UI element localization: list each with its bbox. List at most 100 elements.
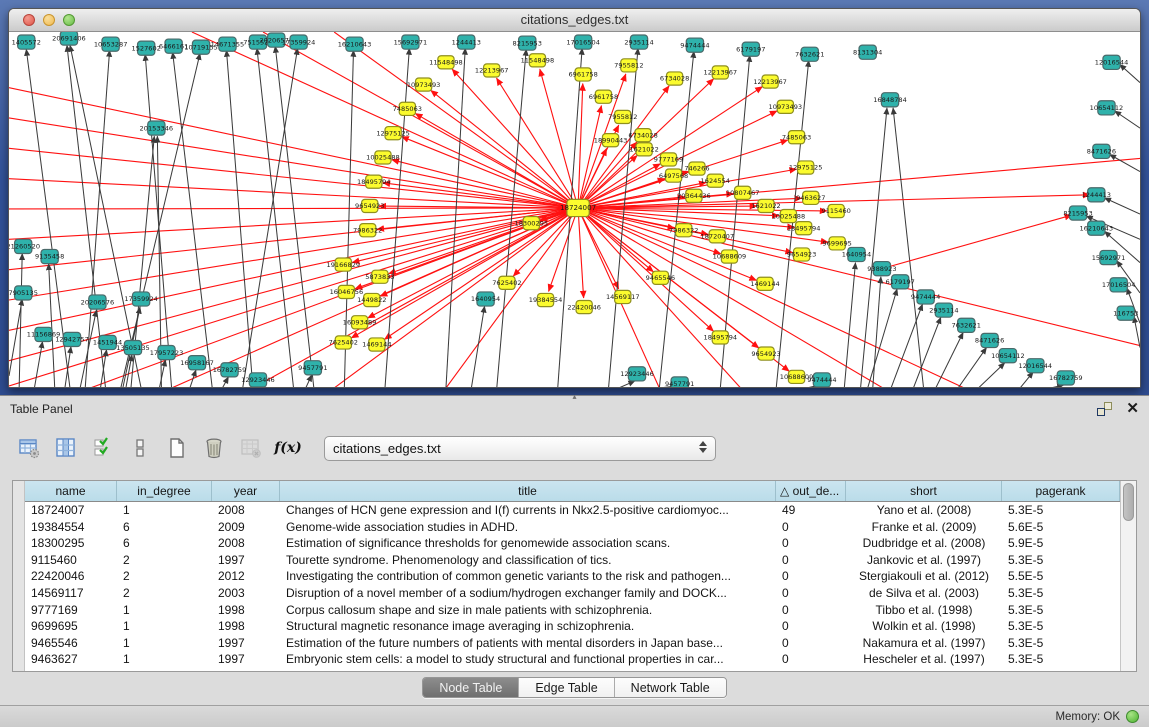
black-edge[interactable] [891,304,923,387]
table-settings-icon[interactable] [14,432,44,464]
network-graph[interactable]: 1405572206914061065328715276026466161107… [9,32,1140,387]
black-edge[interactable] [619,381,635,387]
red-edge[interactable] [402,137,578,208]
table-row[interactable]: 911546021997Tourette syndrome. Phenomeno… [25,552,1120,569]
black-edge[interactable] [1115,111,1140,128]
red-edge[interactable] [380,208,578,296]
network-window-titlebar[interactable]: citations_edges.txt [9,9,1140,32]
black-edge[interactable] [1104,198,1140,214]
black-edge[interactable] [275,46,314,387]
column-header-title[interactable]: title [280,481,776,501]
new-table-icon[interactable] [162,432,192,464]
node-label: 14569117 [606,293,640,301]
black-edge[interactable] [1120,64,1140,82]
node-label: 10688609 [713,253,747,261]
node-label: 18495794 [704,334,738,342]
black-edge[interactable] [913,317,940,387]
column-header-in_degree[interactable]: in_degree [117,481,212,501]
node-label: 16046756 [330,288,364,296]
cell: Corpus callosum shape and size in male p… [280,602,776,619]
red-edge[interactable] [578,208,584,298]
column-header-name[interactable]: name [25,481,117,501]
tab-edge-table[interactable]: Edge Table [519,678,614,697]
cell: 5.3E-5 [1002,651,1120,668]
row-height-icon[interactable] [125,432,155,464]
cell: Genome-wide association studies in ADHD. [280,519,776,536]
tab-node-table[interactable]: Node Table [423,678,519,697]
scrollbar-thumb[interactable] [1123,483,1134,521]
black-edge[interactable] [49,264,55,387]
red-edge[interactable] [9,88,578,208]
black-edge[interactable] [861,108,887,387]
red-edge[interactable] [384,208,578,339]
table-row[interactable]: 1456911722003Disruption of a novel membe… [25,585,1120,602]
black-edge[interactable] [80,310,96,387]
node-label: 8471626 [1087,148,1116,156]
black-edge[interactable] [306,375,312,387]
tab-network-table[interactable]: Network Table [615,678,726,697]
black-edge[interactable] [257,48,294,387]
black-edge[interactable] [446,48,465,387]
column-header-year[interactable]: year [212,481,280,501]
column-header-short[interactable]: short [846,481,1002,501]
node-label: 10807467 [726,189,760,197]
network-canvas[interactable]: 1405572206914061065328715276026466161107… [9,32,1140,387]
black-edge[interactable] [893,108,923,387]
black-edge[interactable] [222,377,228,387]
black-edge[interactable] [173,52,213,387]
cell: 0 [776,585,846,602]
node-label: 18990443 [594,136,628,144]
black-edge[interactable] [471,306,484,387]
panel-splitter-handle[interactable]: ▴ [567,395,583,400]
red-edge[interactable] [9,148,578,208]
black-edge[interactable] [497,49,526,387]
table-scrollbar[interactable] [1120,481,1136,671]
node-label: 16782759 [213,366,247,374]
function-builder-icon[interactable]: f(x) [273,432,303,464]
black-edge[interactable] [936,332,963,387]
column-header-out_de[interactable]: △ out_de... [776,481,846,501]
cell: 9465546 [25,635,117,652]
black-edge[interactable] [978,363,1004,387]
node-label: 10653287 [94,40,128,48]
close-panel-icon[interactable]: ✕ [1126,402,1139,416]
black-edge[interactable] [659,51,694,387]
black-edge[interactable] [19,253,22,387]
black-edge[interactable] [159,360,165,387]
red-edge[interactable] [497,78,579,208]
node-label: 16210643 [338,40,372,48]
cell: 49 [776,502,846,519]
black-edge[interactable] [958,348,986,387]
red-edge[interactable] [882,215,1072,269]
table-row[interactable]: 1830029562008Estimation of significance … [25,535,1120,552]
float-panel-icon[interactable] [1097,402,1112,416]
red-edge[interactable] [578,208,757,280]
node-label: 11548498 [429,59,463,67]
node-label: 20691406 [52,34,86,42]
table-selector-dropdown[interactable]: citations_edges.txt [324,436,716,461]
node-label: 12923446 [241,376,275,384]
cell: 14569117 [25,585,117,602]
table-row[interactable]: 946362711997Embryonic stem cells: a mode… [25,651,1120,668]
black-edge[interactable] [873,277,881,387]
column-header-pagerank[interactable]: pagerank [1002,481,1120,501]
table-row[interactable]: 2242004622012Investigating the contribut… [25,568,1120,585]
table-row[interactable]: 969969511998Structural magnetic resonanc… [25,618,1120,635]
black-edge[interactable] [1110,154,1140,171]
delete-table-icon[interactable] [199,432,229,464]
table-row[interactable]: 977716911998Corpus callosum shape and si… [25,602,1120,619]
node-label: 16782759 [1049,374,1083,382]
black-edge[interactable] [34,341,42,387]
table-row[interactable]: 946554611997Estimation of the future num… [25,635,1120,652]
red-edge[interactable] [9,208,578,330]
red-edge[interactable] [431,90,578,208]
select-columns-icon[interactable] [88,432,118,464]
column-settings-icon[interactable] [51,432,81,464]
node-label: 2935114 [624,38,653,46]
table-row[interactable]: 1938455462009Genome-wide association stu… [25,519,1120,536]
black-edge[interactable] [1020,372,1033,387]
table-row[interactable]: 1872400712008Changes of HCN gene express… [25,502,1120,519]
black-edge[interactable] [190,370,196,387]
red-edge[interactable] [392,160,578,208]
black-edge[interactable] [868,289,897,387]
